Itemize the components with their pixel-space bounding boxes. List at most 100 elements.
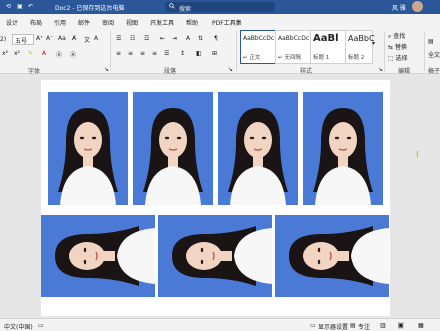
doc-title: Doc2 - 已保存到这台电脑 [55,5,125,12]
style-name: 标题 2 [348,55,365,61]
replace-button[interactable]: ⇆ 替换 [388,42,407,51]
id-photo[interactable] [303,92,383,205]
tab-references[interactable]: 引用 [54,18,66,27]
chinese-layout-icon[interactable]: A [186,35,190,42]
fulltext-icon[interactable]: ▤ [428,38,434,45]
style-name: ↵ 无间隔 [278,55,301,61]
borders-icon[interactable]: ⊞ [212,50,217,57]
tab-review[interactable]: 审阅 [102,18,114,27]
autosave-icon[interactable]: ⟲ [6,3,11,10]
styles-dialog-launcher-icon[interactable]: ↘ [378,66,383,73]
find-button[interactable]: ⌕ 查找 [388,31,405,41]
multilevel-icon[interactable]: ☲ [144,35,149,42]
font-color-icon[interactable]: A [42,50,46,57]
ribbon-tabs: 设计 布局 引用 邮件 审阅 视图 开发工具 帮助 PDF工具集 [0,14,440,28]
web-layout-icon[interactable]: ▦ [418,322,424,329]
group-paragraph-label: 段落 [164,68,177,75]
increase-indent-icon[interactable]: ⇥ [172,35,177,42]
id-photo[interactable] [48,92,128,205]
divider [424,31,425,71]
style-sample: AaBl [313,33,339,44]
style-sample: AaBbC [348,34,375,43]
undo-icon[interactable]: ↶ [28,3,33,10]
tab-layout[interactable]: 布局 [30,18,42,27]
font-dialog-launcher-icon[interactable]: ↘ [104,66,109,73]
paragraph-dialog-launcher-icon[interactable]: ↘ [228,66,233,73]
title-bar: ⟲ ▣ ↶ Doc2 - 已保存到这台电脑 搜索 风 雅 [0,0,440,14]
enclose-icon[interactable]: Ⓐ [70,50,76,59]
ribbon: 2) 五号 A⁺ A⁻ Aa A̸ 文 A x² x² ✎ A Ⓐ Ⓐ 字体 ↘… [0,28,440,75]
portrait-image [133,92,213,205]
font-size-select[interactable]: 五号 [12,34,34,45]
user-name: 风 雅 [392,5,406,12]
text-cursor-icon: I [416,150,419,159]
justify-icon[interactable]: ≡ [152,50,157,57]
grow-font-icon[interactable]: A⁺ [36,35,43,42]
avatar[interactable] [412,1,423,12]
fulltext-label: 全文 [428,52,440,59]
focus-icon[interactable]: ▤ [350,322,356,329]
superscript-icon[interactable]: x² [14,50,20,57]
style-normal[interactable]: AaBbCcDc ↵ 正文 [240,30,276,64]
id-photo-rotated[interactable] [41,215,155,297]
align-center-icon[interactable]: ≡ [128,50,133,57]
style-heading-2[interactable]: AaBbC 标题 2 [345,30,375,64]
print-layout-icon[interactable]: ▣ [398,322,404,329]
replace-label: 替换 [394,44,407,51]
styles-more-icon[interactable]: ▾ [372,40,375,47]
group-styles-label: 样式 [300,68,313,75]
tab-help[interactable]: 帮助 [186,18,198,27]
group-font-label: 字体 [28,68,41,75]
display-settings-icon[interactable]: ▭ [310,322,316,329]
document-page[interactable] [41,80,390,316]
tab-design[interactable]: 设计 [6,18,18,27]
change-case-icon[interactable]: Aa [58,35,66,42]
read-mode-icon[interactable]: ▥ [380,322,386,329]
tab-mailings[interactable]: 邮件 [78,18,90,27]
decrease-indent-icon[interactable]: ⇤ [160,35,165,42]
select-button[interactable]: ⬚ 选择 [388,53,408,62]
divider [236,31,237,71]
highlight-icon[interactable]: ✎ [28,50,33,57]
search-box[interactable]: 搜索 [165,2,275,13]
clear-format-icon[interactable]: A̸ [72,35,76,42]
bullets-icon[interactable]: ☰ [116,35,121,42]
group-right-label: 稿子 [428,68,440,75]
id-photo[interactable] [218,92,298,205]
tab-pdf-tools[interactable]: PDF工具集 [212,18,242,27]
save-icon[interactable]: ▣ [17,3,23,10]
portrait-image-rotated [275,215,389,297]
style-no-spacing[interactable]: AaBbCcDc ↵ 无间隔 [275,30,311,64]
id-photo[interactable] [133,92,213,205]
distribute-icon[interactable]: ☰ [164,50,169,57]
style-heading-1[interactable]: AaBl 标题 1 [310,30,346,64]
align-left-icon[interactable]: ≡ [116,50,121,57]
group-editing-label: 编辑 [398,68,411,75]
style-sample: AaBbCcDc [243,35,275,42]
line-spacing-icon[interactable]: ↕ [180,50,185,57]
style-sample: AaBbCcDc [278,35,310,42]
shading-para-icon[interactable]: ◧ [196,50,202,57]
show-marks-icon[interactable]: ¶ [214,35,218,42]
portrait-image-rotated [41,215,155,297]
select-label: 选择 [395,55,408,62]
divider [384,31,385,71]
border-char-icon[interactable]: A [94,35,98,42]
sort-icon[interactable]: ⇅ [198,35,203,42]
phonetic-icon[interactable]: 文 [84,35,90,44]
numbering-icon[interactable]: ☷ [130,35,135,42]
style-name: ↵ 正文 [243,55,261,61]
align-right-icon[interactable]: ≡ [140,50,145,57]
style-name: 标题 1 [313,55,330,61]
portrait-image [303,92,383,205]
italic-icon[interactable]: x² [2,50,8,57]
track-icon[interactable]: ▭ [38,322,44,329]
find-label: 查找 [393,33,406,40]
id-photo-rotated[interactable] [158,215,272,297]
font-size-partial[interactable]: 2) [0,36,6,43]
shading-icon[interactable]: Ⓐ [56,50,62,59]
tab-view[interactable]: 视图 [126,18,138,27]
tab-developer[interactable]: 开发工具 [150,18,174,27]
shrink-font-icon[interactable]: A⁻ [46,35,53,42]
id-photo-rotated[interactable] [275,215,389,297]
